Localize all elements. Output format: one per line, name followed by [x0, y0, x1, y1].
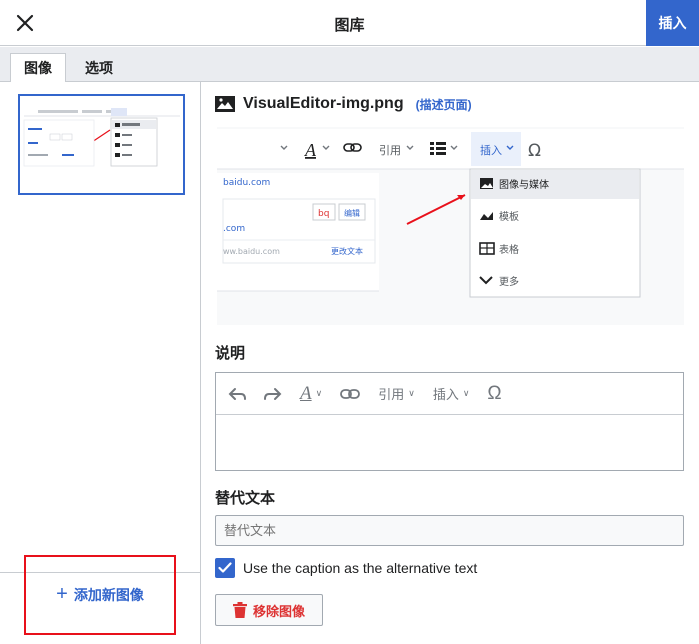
insert-menu-button[interactable]: 插入 ∨: [433, 384, 470, 403]
chevron-down-icon: ∨: [315, 388, 323, 398]
close-button[interactable]: [10, 8, 40, 38]
caption-text-area[interactable]: [216, 416, 683, 470]
caption-toolbar: A ∨ 引用 ∨ 插入 ∨ Ω: [216, 373, 683, 415]
svg-text:Ω: Ω: [528, 141, 541, 161]
add-new-image-label: 添加新图像: [73, 587, 144, 603]
chevron-down-icon: ∨: [408, 388, 415, 398]
tab-images[interactable]: 图像: [10, 53, 66, 83]
description-page-link[interactable]: (描述页面): [416, 96, 472, 113]
use-caption-as-alt-checkbox-row[interactable]: Use the caption as the alternative text: [215, 558, 477, 578]
cite-label: 引用: [378, 387, 405, 402]
trash-icon: [232, 602, 247, 618]
preview-doc-link2: .com: [223, 224, 245, 234]
use-caption-as-alt-checkbox[interactable]: [215, 558, 235, 578]
undo-icon: [228, 387, 246, 400]
remove-image-label: 移除图像: [252, 603, 305, 619]
image-thumbnail[interactable]: [18, 94, 185, 195]
text-style-icon: A: [300, 382, 312, 404]
gallery-sidebar: + 添加新图像: [0, 82, 201, 644]
preview-menu-item-3: 表格: [499, 243, 519, 256]
file-name: VisualEditor-img.png: [243, 95, 404, 112]
preview-doc-link4: 更改文本: [331, 246, 363, 256]
preview-menu-item-1: 图像与媒体: [499, 179, 549, 191]
preview-menu-item-2: 模板: [499, 210, 519, 223]
preview-image: A 引用 插入 Ω baidu.com bq 编辑 .com ww.baidu.…: [217, 127, 684, 325]
link-button[interactable]: [340, 388, 361, 400]
alt-text-input[interactable]: [215, 515, 684, 546]
redo-button[interactable]: [264, 387, 282, 401]
insert-menu-label: 插入: [432, 387, 459, 402]
add-new-image-button[interactable]: + 添加新图像: [24, 555, 176, 635]
thumbnail-image: [20, 96, 183, 193]
caption-editor: A ∨ 引用 ∨ 插入 ∨ Ω: [215, 372, 684, 471]
tab-options[interactable]: 选项: [72, 54, 126, 82]
image-icon: [215, 96, 235, 112]
omega-icon: Ω: [487, 382, 502, 404]
file-title-row: VisualEditor-img.png (描述页面): [215, 95, 472, 113]
preview-menu-item-4: 更多: [499, 275, 519, 288]
remove-image-button[interactable]: 移除图像: [215, 594, 323, 626]
preview-insert-label: 插入: [480, 143, 502, 157]
alt-text-label: 替代文本: [215, 490, 276, 507]
caption-label: 说明: [215, 345, 246, 362]
insert-button[interactable]: 插入: [646, 0, 699, 46]
dialog-header: 图库 插入: [0, 0, 699, 46]
redo-icon: [264, 387, 282, 400]
preview-doc-btn2: 编辑: [344, 208, 360, 218]
preview-cite-label: 引用: [379, 143, 401, 157]
chevron-down-icon: ∨: [462, 388, 470, 398]
checkmark-icon: [218, 562, 232, 573]
preview-doc-btn1: bq: [318, 209, 329, 219]
cite-button[interactable]: 引用 ∨: [378, 384, 415, 403]
text-style-button[interactable]: A ∨: [300, 383, 322, 405]
use-caption-as-alt-label: Use the caption as the alternative text: [243, 560, 478, 576]
link-icon: [340, 388, 361, 399]
preview-doc-link1: baidu.com: [223, 178, 270, 188]
image-details-panel: VisualEditor-img.png (描述页面) A 引用 插入 Ω ba…: [202, 82, 699, 644]
svg-text:A: A: [304, 140, 317, 160]
dialog-title: 图库: [334, 17, 365, 34]
special-character-button[interactable]: Ω: [487, 383, 501, 405]
undo-button[interactable]: [228, 387, 246, 401]
image-preview: A 引用 插入 Ω baidu.com bq 编辑 .com ww.baidu.…: [217, 127, 684, 325]
plus-icon: +: [56, 583, 68, 605]
close-icon: [16, 14, 34, 32]
preview-doc-link3: ww.baidu.com: [223, 247, 280, 256]
tab-bar: 图像 选项: [0, 47, 699, 83]
